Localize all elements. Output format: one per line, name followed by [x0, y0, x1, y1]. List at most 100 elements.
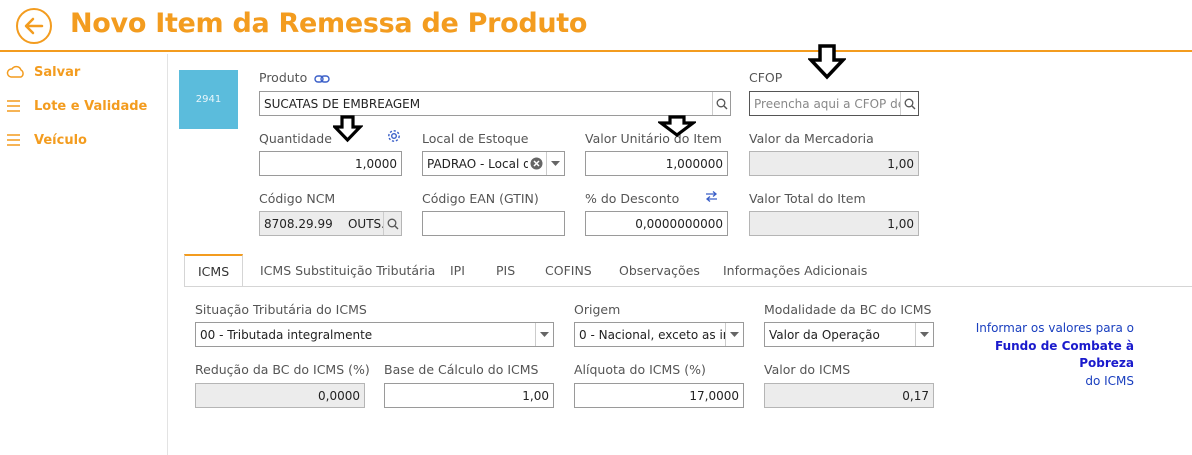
tab-icms[interactable]: ICMS: [184, 254, 244, 287]
tab-observacoes[interactable]: Observações: [619, 254, 700, 287]
modalidade-dropdown-button[interactable]: [915, 323, 933, 346]
desconto-value: 0,0000000000: [635, 216, 723, 231]
link-icon[interactable]: [314, 74, 330, 84]
base-calculo-input[interactable]: 1,00: [384, 383, 554, 408]
menu-icon: [7, 100, 20, 112]
tab-icms-st[interactable]: ICMS Substituição Tributária: [260, 254, 435, 287]
cfop-placeholder: Preencha aqui a CFOP de R: [754, 96, 900, 111]
modalidade-value: Valor da Operação: [769, 327, 880, 342]
valor-total-label: Valor Total do Item: [749, 191, 866, 206]
valor-icms-field: 0,17: [764, 383, 934, 408]
sidebar-item-veiculo[interactable]: Veículo: [6, 129, 87, 151]
sidebar: Salvar Lote e Validade Veículo: [0, 54, 168, 455]
swap-icon[interactable]: [705, 191, 718, 202]
back-button[interactable]: [16, 8, 52, 44]
valor-mercadoria-label: Valor da Mercadoria: [749, 131, 874, 146]
aliquota-label: Alíquota do ICMS (%): [574, 362, 706, 377]
chevron-down-icon: [920, 331, 929, 337]
origem-value: 0 - Nacional, exceto as ind: [579, 327, 725, 342]
base-calculo-value: 1,00: [522, 388, 549, 403]
cloud-icon: [6, 65, 24, 78]
ean-input[interactable]: [422, 211, 565, 236]
reducao-label: Redução da BC do ICMS (%): [195, 362, 370, 377]
ncm-input[interactable]: 8708.29.99 OUTS.PA: [259, 211, 402, 236]
local-estoque-dropdown-button[interactable]: [546, 152, 564, 175]
origem-label: Origem: [574, 302, 621, 317]
situacao-select[interactable]: 00 - Tributada integralmente: [195, 322, 554, 347]
gear-icon[interactable]: [387, 129, 401, 143]
sidebar-item-salvar[interactable]: Salvar: [6, 61, 80, 83]
tab-divider: [184, 286, 1192, 287]
produto-input[interactable]: SUCATAS DE EMBREAGEM: [259, 91, 731, 116]
desconto-label: % do Desconto: [585, 191, 680, 206]
cfop-label: CFOP: [749, 70, 783, 85]
quantidade-label: Quantidade: [259, 131, 332, 146]
search-icon: [904, 98, 915, 109]
annotation-arrow-down-icon: [808, 44, 846, 80]
valor-mercadoria-field: 1,00: [749, 151, 919, 176]
sidebar-item-label: Salvar: [34, 64, 81, 80]
ncm-search-button[interactable]: [383, 212, 401, 235]
produto-search-button[interactable]: [712, 92, 730, 115]
fcp-line-1: Informar os valores para o: [975, 321, 1134, 335]
chevron-down-icon: [551, 160, 560, 166]
annotation-arrow-down-icon: [333, 115, 363, 143]
product-thumbnail: 2941: [179, 70, 238, 129]
ncm-value: 8708.29.99 OUTS.PA: [264, 216, 383, 231]
situacao-label: Situação Tributária do ICMS: [195, 302, 367, 317]
local-estoque-select[interactable]: PADRAO - Local de: [422, 151, 565, 176]
search-icon: [716, 98, 727, 109]
local-estoque-value: PADRAO - Local de: [427, 156, 528, 171]
tab-ipi[interactable]: IPI: [450, 254, 465, 287]
clear-icon[interactable]: [530, 157, 543, 170]
desconto-input[interactable]: 0,0000000000: [585, 211, 728, 236]
situacao-dropdown-button[interactable]: [535, 323, 553, 346]
origem-dropdown-button[interactable]: [725, 323, 743, 346]
menu-icon: [7, 134, 20, 146]
cfop-search-button[interactable]: [900, 92, 918, 115]
produto-value: SUCATAS DE EMBREAGEM: [264, 96, 421, 111]
modalidade-select[interactable]: Valor da Operação: [764, 322, 934, 347]
cfop-input[interactable]: Preencha aqui a CFOP de R: [749, 91, 919, 116]
fcp-line-3: do ICMS: [1085, 373, 1134, 388]
arrow-left-icon: [24, 17, 44, 35]
reducao-value: 0,0000: [318, 388, 360, 403]
tab-informacoes-adicionais[interactable]: Informações Adicionais: [723, 254, 867, 287]
valor-total-field: 1,00: [749, 211, 919, 236]
base-calculo-label: Base de Cálculo do ICMS: [384, 362, 539, 377]
sidebar-item-label: Veículo: [34, 132, 87, 148]
produto-label: Produto: [259, 70, 330, 85]
valor-icms-value: 0,17: [902, 388, 929, 403]
tab-pis[interactable]: PIS: [496, 254, 515, 287]
aliquota-value: 17,0000: [689, 388, 739, 403]
valor-unitario-label: Valor Unitário do Item: [585, 131, 722, 146]
page-title: Novo Item da Remessa de Produto: [70, 8, 588, 39]
search-icon: [387, 218, 398, 229]
tab-cofins[interactable]: COFINS: [545, 254, 592, 287]
origem-select[interactable]: 0 - Nacional, exceto as ind: [574, 322, 744, 347]
fcp-link[interactable]: Informar os valores para o Fundo de Comb…: [958, 320, 1134, 390]
quantidade-value: 1,0000: [355, 156, 397, 171]
valor-mercadoria-value: 1,00: [887, 156, 914, 171]
modalidade-label: Modalidade da BC do ICMS: [764, 302, 932, 317]
tab-bar: ICMS ICMS Substituição Tributária IPI PI…: [184, 254, 1184, 287]
sidebar-item-lote[interactable]: Lote e Validade: [6, 95, 147, 117]
valor-unitario-value: 1,000000: [665, 156, 723, 171]
chevron-down-icon: [730, 331, 739, 337]
valor-icms-label: Valor do ICMS: [764, 362, 851, 377]
annotation-arrow-down-icon: [658, 115, 696, 137]
local-estoque-label: Local de Estoque: [422, 131, 529, 146]
quantidade-input[interactable]: 1,0000: [259, 151, 402, 176]
ean-label: Código EAN (GTIN): [422, 191, 539, 206]
aliquota-input[interactable]: 17,0000: [574, 383, 744, 408]
fcp-line-2: Fundo de Combate à Pobreza: [995, 338, 1134, 371]
sidebar-item-label: Lote e Validade: [34, 98, 148, 114]
situacao-value: 00 - Tributada integralmente: [200, 327, 373, 342]
valor-unitario-input[interactable]: 1,000000: [585, 151, 728, 176]
valor-total-value: 1,00: [887, 216, 914, 231]
produto-label-text: Produto: [259, 70, 308, 85]
ncm-label: Código NCM: [259, 191, 336, 206]
reducao-field: 0,0000: [195, 383, 365, 408]
header-bar: Novo Item da Remessa de Produto: [0, 0, 1192, 52]
chevron-down-icon: [540, 331, 549, 337]
